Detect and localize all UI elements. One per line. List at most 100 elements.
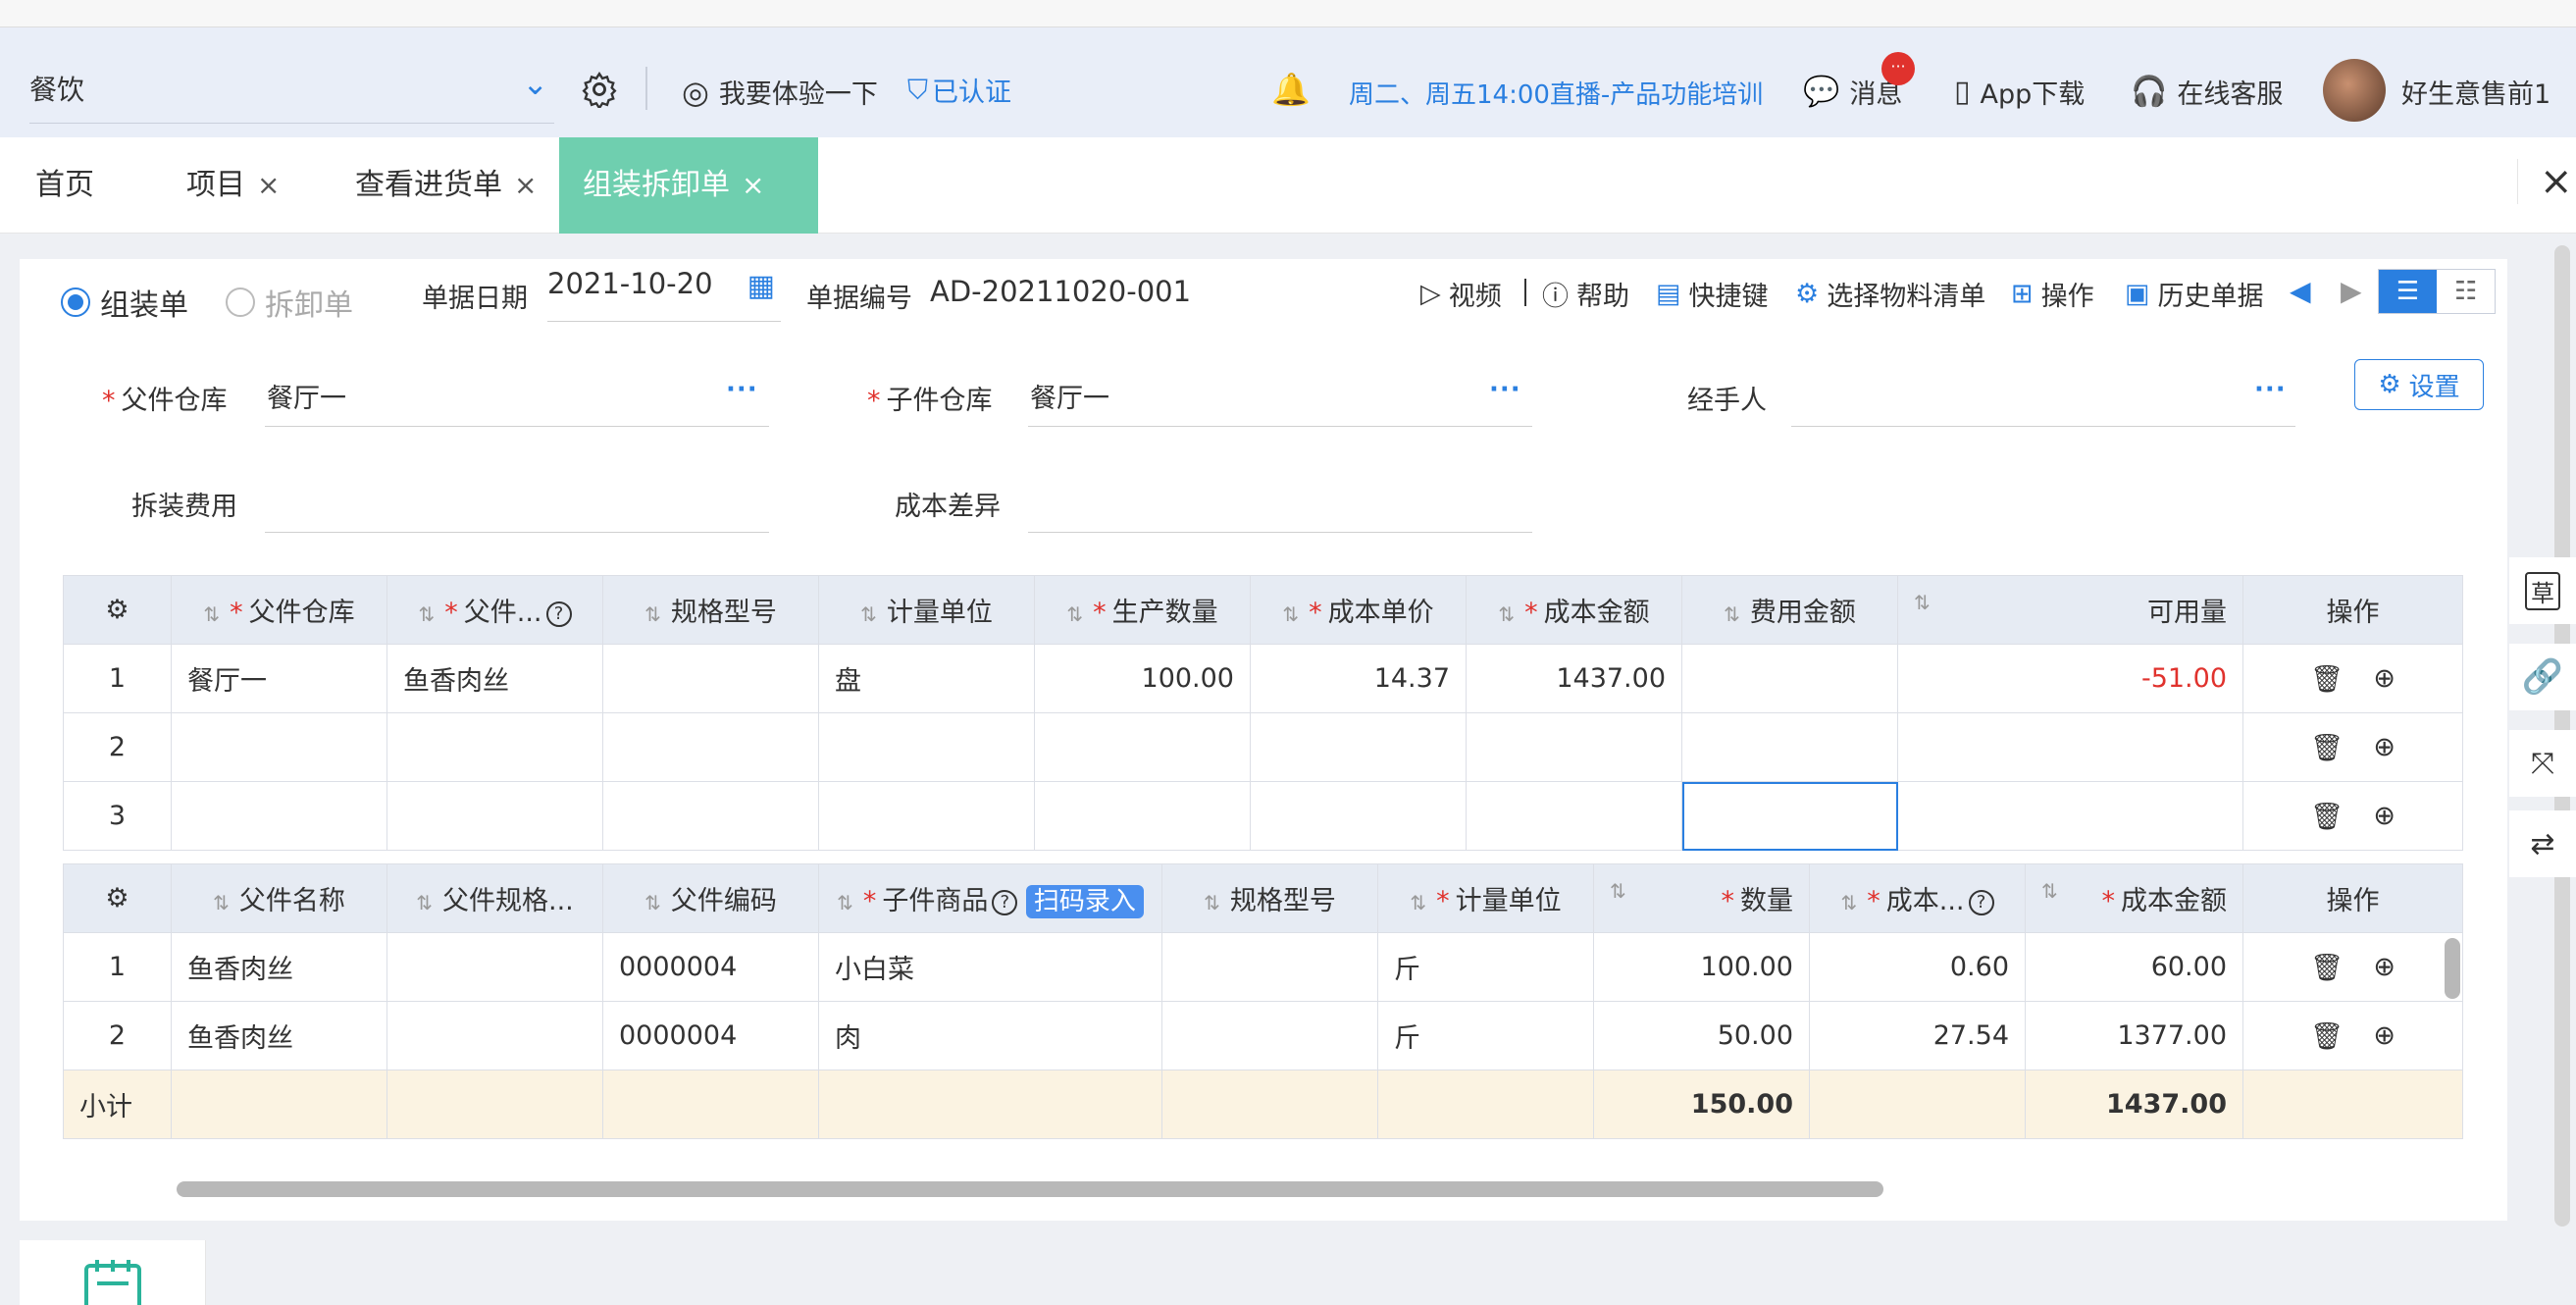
cell-unit[interactable] <box>818 781 1035 851</box>
trash-icon[interactable]: 🗑 <box>2310 663 2344 695</box>
cell-fee[interactable] <box>1681 712 1898 782</box>
user-name[interactable]: 好生意售前1 <box>2401 73 2550 111</box>
cell-unit[interactable] <box>818 712 1035 782</box>
horizontal-scrollbar[interactable] <box>177 1181 1883 1197</box>
more-icon[interactable]: ··· <box>1489 375 1521 404</box>
close-icon[interactable]: × <box>514 169 537 201</box>
list-view-icon[interactable]: ☰ <box>2379 270 2437 313</box>
cell-spec[interactable] <box>1161 1001 1378 1070</box>
app-download-button[interactable]: ▯ App下载 <box>1954 73 2085 111</box>
cell-spec[interactable] <box>602 644 819 713</box>
column-header[interactable]: ⇅ * 成本...? <box>1809 863 2026 933</box>
cell-qty[interactable] <box>1034 712 1251 782</box>
fee-input[interactable] <box>265 532 769 533</box>
cell-qty[interactable]: 50.00 <box>1593 1001 1810 1070</box>
cell-item[interactable] <box>386 712 603 782</box>
cell-parent-spec[interactable] <box>386 1001 603 1070</box>
column-header[interactable]: ⇅ * 生产数量 <box>1034 575 1251 645</box>
experience-button[interactable]: ◎ 我要体验一下 <box>682 73 878 111</box>
cell-item[interactable]: 鱼香肉丝 <box>386 644 603 713</box>
vertical-scrollbar[interactable] <box>2445 938 2460 999</box>
live-notice[interactable]: 周二、周五14:00直播-产品功能培训 <box>1349 75 1763 111</box>
avatar[interactable] <box>2323 59 2386 122</box>
cell-spec[interactable] <box>602 781 819 851</box>
more-icon[interactable]: ··· <box>726 375 758 404</box>
radio-disassemble[interactable]: 拆卸单 <box>226 281 353 324</box>
next-icon[interactable]: ▶ <box>2341 275 2362 307</box>
trash-icon[interactable]: 🗑 <box>2310 732 2344 763</box>
cell-child-item[interactable]: 小白菜 <box>818 932 1162 1002</box>
cell-fee[interactable] <box>1681 644 1898 713</box>
cell-parent-name[interactable]: 鱼香肉丝 <box>171 932 387 1002</box>
cell-warehouse[interactable] <box>171 712 387 782</box>
cell-item[interactable] <box>386 781 603 851</box>
cell-parent-code[interactable]: 0000004 <box>602 1001 819 1070</box>
date-field[interactable]: 2021-10-20 ▦ <box>547 267 781 322</box>
column-header[interactable]: ⇅ * 数量 <box>1593 863 1810 933</box>
table-row[interactable]: 1 鱼香肉丝 0000004 小白菜 斤 100.00 0.60 60.00 🗑… <box>63 932 2463 1002</box>
cell-child-item[interactable]: 肉 <box>818 1001 1162 1070</box>
add-row-icon[interactable]: ⊕ <box>2373 663 2396 695</box>
cell-warehouse[interactable] <box>171 781 387 851</box>
close-all-icon[interactable]: × <box>2517 159 2573 204</box>
industry-select[interactable]: 餐饮 ⌄ <box>29 65 554 124</box>
cell-amount[interactable]: 60.00 <box>2025 932 2243 1002</box>
video-button[interactable]: ▷ 视频 <box>1420 275 1502 313</box>
add-row-icon[interactable]: ⊕ <box>2373 1020 2396 1052</box>
online-service-button[interactable]: 🎧 在线客服 <box>2131 73 2283 111</box>
tab-home[interactable]: 首页 <box>35 137 94 234</box>
cell-parent-name[interactable]: 鱼香肉丝 <box>171 1001 387 1070</box>
cell-qty[interactable]: 100.00 <box>1034 644 1251 713</box>
add-row-icon[interactable]: ⊕ <box>2373 732 2396 763</box>
tab-assembly[interactable]: 组装拆卸单 × <box>559 137 818 234</box>
column-header[interactable]: ⇅ * 父件仓库 <box>171 575 387 645</box>
trash-icon[interactable]: 🗑 <box>2310 1020 2344 1052</box>
table-row[interactable]: 1 餐厅一 鱼香肉丝 盘 100.00 14.37 1437.00 -51.00… <box>63 644 2463 713</box>
close-icon[interactable]: × <box>257 169 280 201</box>
add-row-icon[interactable]: ⊕ <box>2373 952 2396 983</box>
cell-qty[interactable]: 100.00 <box>1593 932 1810 1002</box>
cell-amount[interactable]: 1437.00 <box>1466 644 1682 713</box>
pinyin-icon[interactable]: ⇄ <box>2509 810 2576 877</box>
settings-button[interactable]: ⚙ 设置 <box>2354 359 2484 410</box>
question-icon[interactable]: ? <box>1968 889 1994 915</box>
table-row[interactable]: 3 🗑 ⊕ <box>63 781 2463 851</box>
tab-project[interactable]: 项目 × <box>186 137 280 234</box>
column-header[interactable]: ⇅ * 子件商品? 扫码录入 <box>818 863 1162 933</box>
cell-unit-cost[interactable] <box>1250 712 1467 782</box>
column-header[interactable]: ⇅ 父件规格... <box>386 863 603 933</box>
notepad-icon[interactable] <box>20 1240 206 1305</box>
draft-icon[interactable]: 草 <box>2509 557 2576 624</box>
close-icon[interactable]: × <box>742 169 764 201</box>
cell-spec[interactable] <box>602 712 819 782</box>
trash-icon[interactable]: 🗑 <box>2310 801 2344 832</box>
tab-purchase-view[interactable]: 查看进货单 × <box>355 137 537 234</box>
cell-qty[interactable] <box>1034 781 1251 851</box>
column-header[interactable]: ⇅ 计量单位 <box>818 575 1035 645</box>
cell-unit-cost[interactable] <box>1250 781 1467 851</box>
cell-unit-cost[interactable]: 27.54 <box>1809 1001 2026 1070</box>
column-settings-icon[interactable]: ⚙ <box>63 863 172 933</box>
cost-diff-input[interactable] <box>1028 532 1532 533</box>
certified-badge[interactable]: ⛉ 已认证 <box>907 71 1011 109</box>
scan-entry-button[interactable]: 扫码录入 <box>1025 885 1144 918</box>
prev-icon[interactable]: ◀ <box>2290 275 2311 307</box>
shortcut-button[interactable]: ▤ 快捷键 <box>1656 275 1769 313</box>
column-header[interactable]: ⇅ * 计量单位 <box>1377 863 1594 933</box>
select-bom-button[interactable]: ⚙ 选择物料清单 <box>1795 275 1985 313</box>
cell-parent-spec[interactable] <box>386 932 603 1002</box>
gear-icon[interactable] <box>581 71 618 115</box>
cell-unit[interactable]: 斤 <box>1377 932 1594 1002</box>
cell-parent-code[interactable]: 0000004 <box>602 932 819 1002</box>
cell-amount[interactable] <box>1466 781 1682 851</box>
calendar-icon[interactable]: ▦ <box>747 269 775 303</box>
more-icon[interactable]: ··· <box>2254 375 2287 404</box>
column-settings-icon[interactable]: ⚙ <box>63 575 172 645</box>
add-row-icon[interactable]: ⊕ <box>2373 801 2396 832</box>
radio-assemble[interactable]: 组装单 <box>61 281 188 324</box>
column-header[interactable]: ⇅ 费用金额 <box>1681 575 1898 645</box>
cell-unit[interactable]: 盘 <box>818 644 1035 713</box>
column-header[interactable]: ⇅ 父件编码 <box>602 863 819 933</box>
card-view-icon[interactable]: ☷ <box>2437 270 2495 313</box>
cell-amount[interactable] <box>1466 712 1682 782</box>
